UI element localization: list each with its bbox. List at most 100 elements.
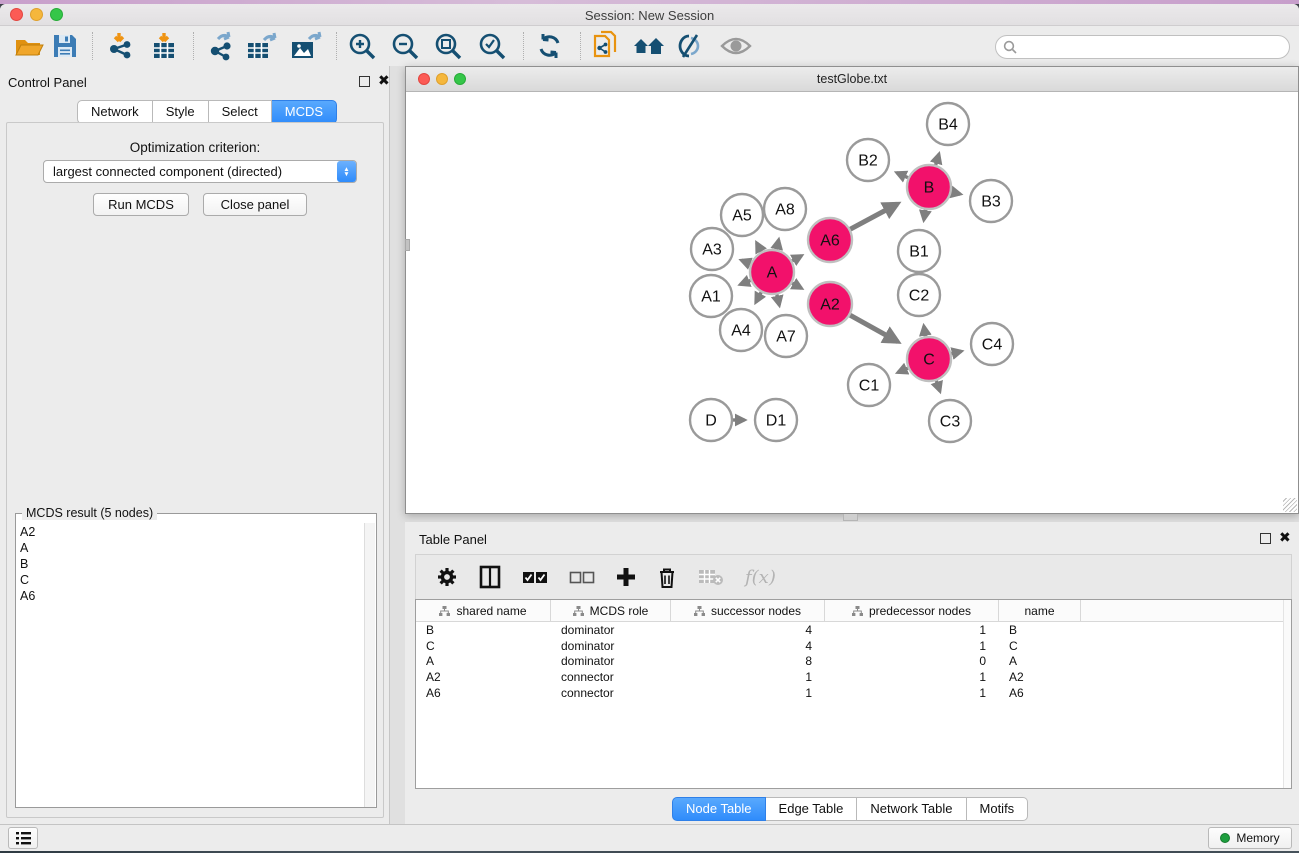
- close-panel-button[interactable]: Close panel: [203, 193, 307, 216]
- graph-node-A[interactable]: A: [750, 250, 794, 294]
- table-row[interactable]: Bdominator41B: [416, 622, 1291, 638]
- network-canvas[interactable]: B4B2BB3A5A8A6B1A3AA1C2A2A4A7C4CC1C3DD1: [407, 92, 1297, 512]
- table-tab-edge-table[interactable]: Edge Table: [766, 797, 858, 821]
- result-item[interactable]: B: [20, 556, 35, 572]
- import-table-icon[interactable]: [150, 31, 178, 61]
- graph-node-B3[interactable]: B3: [970, 180, 1012, 222]
- table-row[interactable]: A6connector11A6: [416, 685, 1291, 701]
- table-row[interactable]: Cdominator41C: [416, 638, 1291, 654]
- graph-edge-A-A2[interactable]: [792, 283, 801, 288]
- delete-table-icon[interactable]: [698, 562, 724, 592]
- column-header-name[interactable]: name: [999, 600, 1081, 621]
- search-input[interactable]: [1017, 38, 1289, 56]
- home-icon[interactable]: [632, 31, 666, 61]
- column-header-predecessor-nodes[interactable]: predecessor nodes: [825, 600, 999, 621]
- add-column-icon[interactable]: [616, 562, 636, 592]
- delete-icon[interactable]: [657, 562, 677, 592]
- zoom-selected-icon[interactable]: [478, 31, 506, 61]
- deselect-all-icon[interactable]: [569, 562, 595, 592]
- tab-network[interactable]: Network: [77, 100, 153, 124]
- table-settings-gear-icon[interactable]: [436, 562, 458, 592]
- save-session-icon[interactable]: [52, 31, 78, 61]
- eye-icon[interactable]: [720, 31, 752, 61]
- graph-edge-B-B2[interactable]: [897, 173, 908, 178]
- graph-edge-A-A1[interactable]: [740, 280, 750, 284]
- graph-node-A8[interactable]: A8: [764, 188, 806, 230]
- graph-edge-A6-B[interactable]: [850, 204, 897, 229]
- zoom-in-icon[interactable]: [348, 31, 376, 61]
- float-table-panel-icon[interactable]: [1260, 533, 1271, 544]
- graph-node-A7[interactable]: A7: [765, 315, 807, 357]
- result-item[interactable]: C: [20, 572, 35, 588]
- column-header-shared-name[interactable]: shared name: [416, 600, 551, 621]
- table-row[interactable]: A2connector11A2: [416, 669, 1291, 685]
- column-header-MCDS-role[interactable]: MCDS role: [551, 600, 671, 621]
- select-all-icon[interactable]: [522, 562, 548, 592]
- graph-edge-C-C1[interactable]: [898, 368, 908, 372]
- graph-node-A2[interactable]: A2: [808, 282, 852, 326]
- graph-node-C1[interactable]: C1: [848, 364, 890, 406]
- horizontal-splitter-handle[interactable]: [843, 514, 858, 521]
- graph-node-C2[interactable]: C2: [898, 274, 940, 316]
- graph-edge-A-A4[interactable]: [756, 292, 761, 302]
- table-scrollbar[interactable]: [1283, 600, 1291, 788]
- graph-edge-B-B4[interactable]: [936, 154, 939, 165]
- zoom-out-icon[interactable]: [391, 31, 419, 61]
- graph-node-B4[interactable]: B4: [927, 103, 969, 145]
- mcds-result-list[interactable]: A2ABCA6: [20, 524, 35, 604]
- clone-network-icon[interactable]: [592, 31, 622, 61]
- graph-node-B[interactable]: B: [907, 165, 951, 209]
- graph-node-D1[interactable]: D1: [755, 399, 797, 441]
- zoom-fit-icon[interactable]: [434, 31, 462, 61]
- open-file-icon[interactable]: [14, 31, 44, 61]
- graph-node-A4[interactable]: A4: [720, 309, 762, 351]
- close-panel-icon[interactable]: ✖: [378, 75, 390, 86]
- show-columns-icon[interactable]: [479, 562, 501, 592]
- column-header-successor-nodes[interactable]: successor nodes: [671, 600, 825, 621]
- export-network-icon[interactable]: [206, 31, 236, 61]
- float-panel-icon[interactable]: [359, 76, 370, 87]
- graph-node-D[interactable]: D: [690, 399, 732, 441]
- graph-node-A1[interactable]: A1: [690, 275, 732, 317]
- table-row[interactable]: Adominator80A: [416, 654, 1291, 670]
- graph-edge-A-A8[interactable]: [777, 240, 779, 250]
- graph-edge-B-B3[interactable]: [951, 192, 960, 194]
- graph-edge-A-A5[interactable]: [757, 243, 762, 252]
- graph-edge-C-C2[interactable]: [924, 326, 926, 336]
- graph-node-A6[interactable]: A6: [808, 218, 852, 262]
- graph-node-A5[interactable]: A5: [721, 194, 763, 236]
- run-mcds-button[interactable]: Run MCDS: [93, 193, 189, 216]
- export-table-icon[interactable]: [246, 31, 278, 61]
- tab-style[interactable]: Style: [153, 100, 209, 124]
- network-resize-grip[interactable]: [1283, 498, 1297, 512]
- graph-node-C[interactable]: C: [907, 337, 951, 381]
- table-tab-motifs[interactable]: Motifs: [967, 797, 1029, 821]
- graph-edge-B-B1[interactable]: [924, 210, 926, 220]
- result-item[interactable]: A2: [20, 524, 35, 540]
- graph-edge-A-A7[interactable]: [777, 294, 779, 305]
- tab-mcds[interactable]: MCDS: [272, 100, 337, 124]
- network-left-splitter-handle[interactable]: [405, 239, 410, 251]
- result-item[interactable]: A: [20, 540, 35, 556]
- graph-edge-C-C4[interactable]: [951, 351, 961, 353]
- graph-edge-C-C3[interactable]: [936, 381, 940, 391]
- criterion-dropdown[interactable]: largest connected component (directed) ▲…: [43, 160, 357, 183]
- task-history-button[interactable]: [8, 827, 38, 849]
- graph-node-B2[interactable]: B2: [847, 139, 889, 181]
- graph-node-C3[interactable]: C3: [929, 400, 971, 442]
- table-tab-node-table[interactable]: Node Table: [672, 797, 766, 821]
- result-item[interactable]: A6: [20, 588, 35, 604]
- refresh-icon[interactable]: [536, 31, 564, 61]
- tab-select[interactable]: Select: [209, 100, 272, 124]
- import-network-icon[interactable]: [106, 31, 134, 61]
- table-tab-network-table[interactable]: Network Table: [857, 797, 966, 821]
- memory-button[interactable]: Memory: [1208, 827, 1292, 849]
- graphics-details-icon[interactable]: [676, 31, 704, 61]
- result-scrollbar[interactable]: [364, 523, 375, 807]
- graph-node-A3[interactable]: A3: [691, 228, 733, 270]
- graph-edge-A-A6[interactable]: [792, 256, 801, 261]
- close-table-panel-icon[interactable]: ✖: [1279, 532, 1291, 543]
- export-image-icon[interactable]: [290, 31, 322, 61]
- graph-edge-A-A3[interactable]: [741, 260, 750, 263]
- graph-edge-A2-C[interactable]: [850, 315, 897, 341]
